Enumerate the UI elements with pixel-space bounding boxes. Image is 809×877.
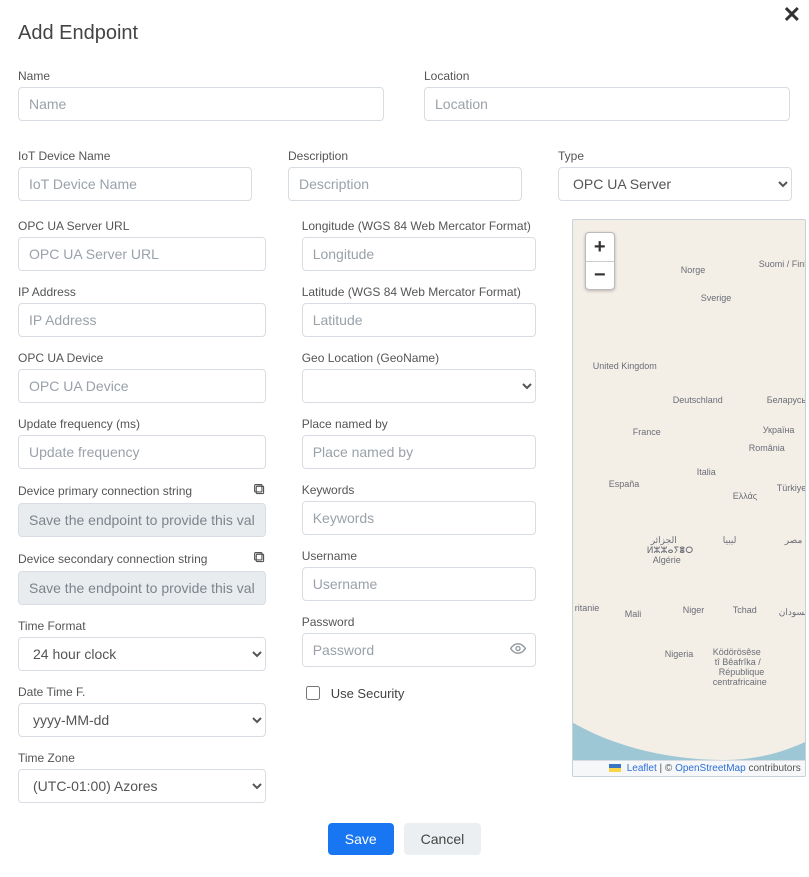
opc-device-input[interactable] — [18, 369, 266, 403]
copy-icon[interactable] — [253, 551, 266, 567]
leaflet-link[interactable]: Leaflet — [627, 763, 657, 774]
latitude-label: Latitude (WGS 84 Web Mercator Format) — [302, 285, 536, 299]
map[interactable]: Norge Suomi / Finland Sverige United Kin… — [572, 219, 806, 777]
latitude-input[interactable] — [302, 303, 536, 337]
description-input[interactable] — [288, 167, 522, 201]
description-label: Description — [288, 149, 522, 163]
keywords-label: Keywords — [302, 483, 536, 497]
flag-icon — [609, 764, 621, 772]
iot-device-name-input[interactable] — [18, 167, 252, 201]
time-format-label: Time Format — [18, 619, 266, 633]
date-format-select[interactable]: yyyy-MM-dd — [18, 703, 266, 737]
primary-conn-label: Device primary connection string — [18, 484, 192, 498]
dialog-title: Add Endpoint — [18, 22, 791, 45]
keywords-input[interactable] — [302, 501, 536, 535]
timezone-select[interactable]: (UTC-01:00) Azores — [18, 769, 266, 803]
place-input[interactable] — [302, 435, 536, 469]
use-security-checkbox[interactable] — [306, 686, 320, 700]
timezone-label: Time Zone — [18, 751, 266, 765]
close-icon[interactable]: ✕ — [783, 4, 801, 26]
server-url-input[interactable] — [18, 237, 266, 271]
add-endpoint-dialog: ✕ Add Endpoint Name Location IoT Device … — [0, 0, 809, 877]
zoom-in-button[interactable]: + — [586, 233, 614, 261]
longitude-input[interactable] — [302, 237, 536, 271]
password-label: Password — [302, 615, 536, 629]
zoom-control: + − — [585, 232, 615, 290]
zoom-out-button[interactable]: − — [586, 261, 614, 289]
update-freq-label: Update frequency (ms) — [18, 417, 266, 431]
map-attribution: Leaflet | © OpenStreetMap contributors — [573, 760, 805, 776]
geo-select[interactable] — [302, 369, 536, 403]
date-format-label: Date Time F. — [18, 685, 266, 699]
username-input[interactable] — [302, 567, 536, 601]
opc-device-label: OPC UA Device — [18, 351, 266, 365]
update-freq-input[interactable] — [18, 435, 266, 469]
longitude-label: Longitude (WGS 84 Web Mercator Format) — [302, 219, 536, 233]
geo-label: Geo Location (GeoName) — [302, 351, 536, 365]
password-input[interactable] — [302, 633, 536, 667]
name-label: Name — [18, 69, 384, 83]
place-label: Place named by — [302, 417, 536, 431]
username-label: Username — [302, 549, 536, 563]
type-label: Type — [558, 149, 792, 163]
iot-label: IoT Device Name — [18, 149, 252, 163]
type-select[interactable]: OPC UA Server — [558, 167, 792, 201]
use-security-label: Use Security — [331, 686, 405, 701]
eye-icon[interactable] — [510, 641, 526, 660]
ip-label: IP Address — [18, 285, 266, 299]
primary-conn-value: Save the endpoint to provide this val — [18, 503, 266, 537]
secondary-conn-label: Device secondary connection string — [18, 552, 207, 566]
copy-icon[interactable] — [253, 483, 266, 499]
secondary-conn-value: Save the endpoint to provide this val — [18, 571, 266, 605]
ip-input[interactable] — [18, 303, 266, 337]
name-input[interactable] — [18, 87, 384, 121]
save-button[interactable]: Save — [328, 823, 394, 855]
location-input[interactable] — [424, 87, 790, 121]
time-format-select[interactable]: 24 hour clock — [18, 637, 266, 671]
osm-link[interactable]: OpenStreetMap — [675, 763, 746, 774]
location-label: Location — [424, 69, 790, 83]
cancel-button[interactable]: Cancel — [404, 823, 482, 855]
server-url-label: OPC UA Server URL — [18, 219, 266, 233]
use-security-row[interactable]: Use Security — [302, 683, 536, 703]
